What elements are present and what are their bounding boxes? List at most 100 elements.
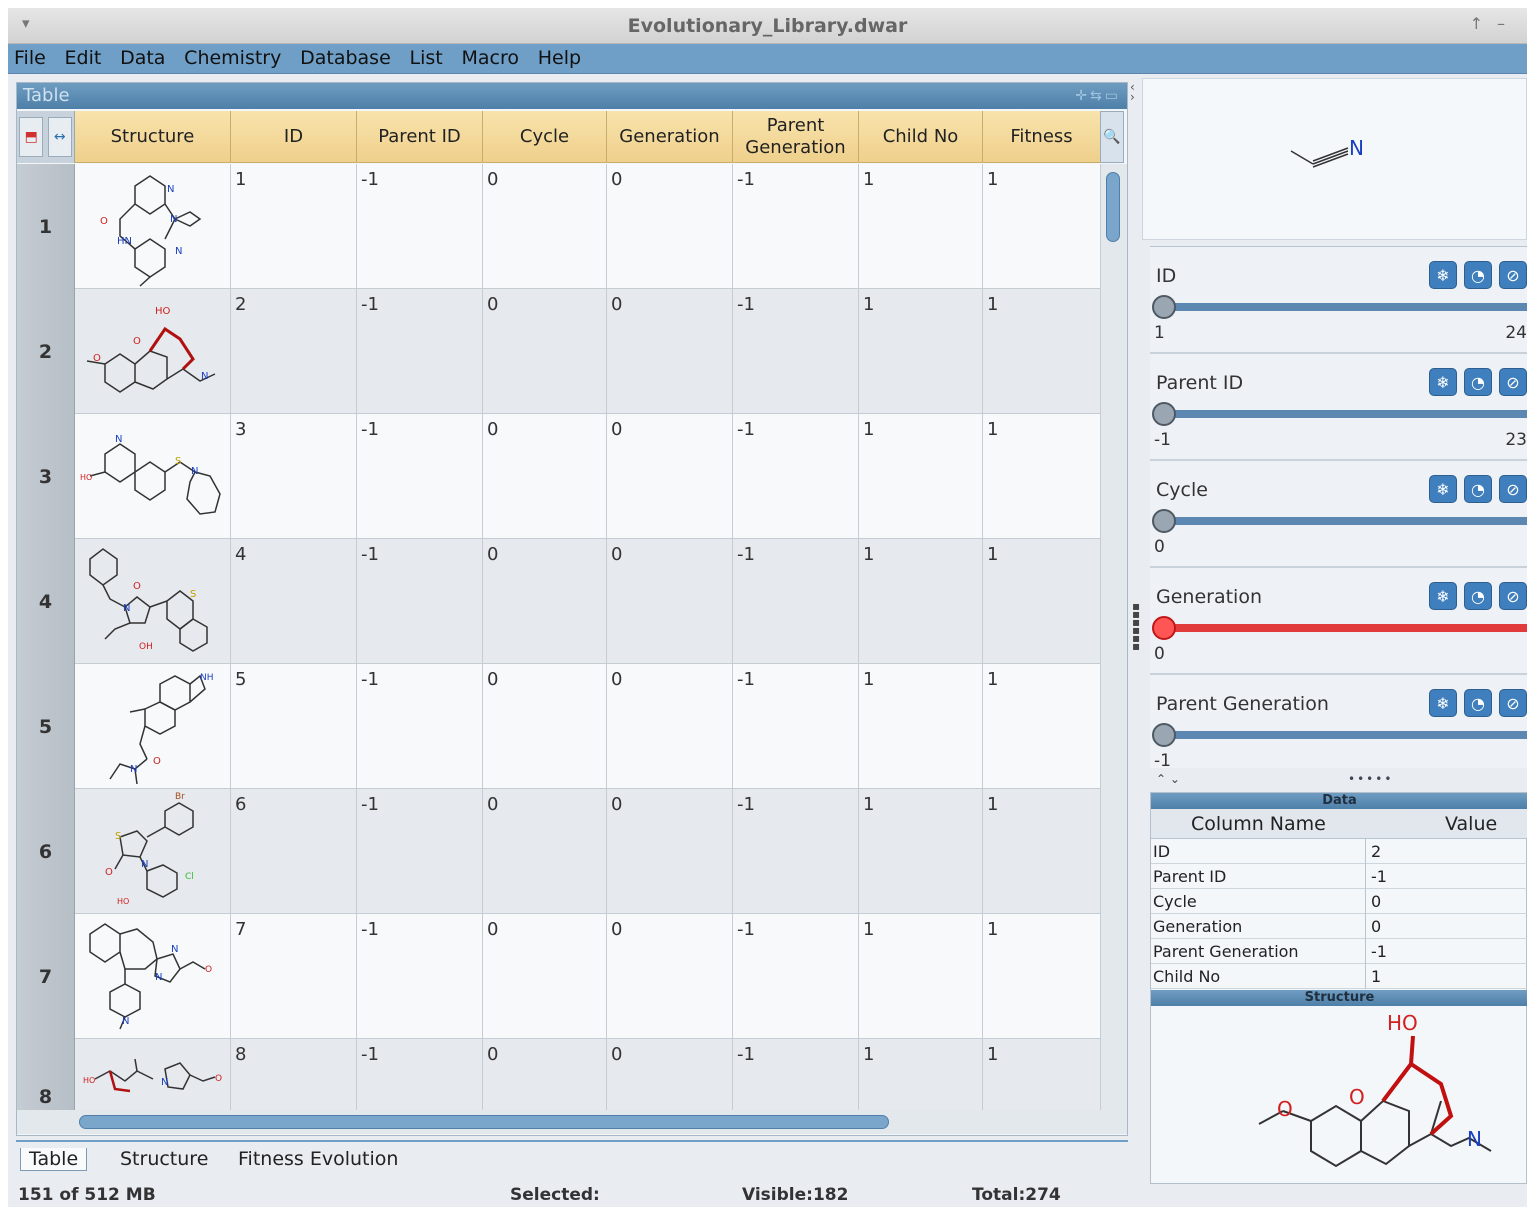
atom-label: N <box>1467 1127 1482 1151</box>
range-slider-track[interactable] <box>1160 410 1527 418</box>
column-header-parent-generation[interactable]: Parent Generation <box>733 111 859 163</box>
cell-id: 8 <box>231 1039 357 1110</box>
vertical-scrollbar[interactable] <box>1101 164 1127 1110</box>
resize-columns-icon[interactable]: ↔ <box>47 117 72 157</box>
cell-parent-id: -1 <box>357 664 483 789</box>
svg-text:O: O <box>133 581 141 592</box>
cell-id: 2 <box>231 289 357 414</box>
column-header-child-no[interactable]: Child No <box>859 111 983 163</box>
filter-panel: ID ❄ ◔ ⊘ 1 24 Parent ID ❄ ◔ ⊘ -1 23 Cycl… <box>1150 246 1527 768</box>
menu-file[interactable]: File <box>14 47 46 69</box>
column-header-cycle[interactable]: Cycle <box>483 111 607 163</box>
detail-molecule-drawing: HO O O N <box>1258 1011 1492 1168</box>
horizontal-scroll-thumb[interactable] <box>79 1115 889 1129</box>
molecule-drawing: Br S N O HO Cl <box>105 792 194 906</box>
animate-icon[interactable]: ◔ <box>1464 582 1492 610</box>
query-atom-label: N <box>1349 136 1364 160</box>
selected-count: Selected: <box>510 1185 600 1205</box>
filter-label: ID <box>1156 265 1177 287</box>
table-row[interactable]: 1 N N N O HN 1 -1 0 0 -1 1 1 <box>17 164 1101 289</box>
column-header-structure[interactable]: Structure <box>75 111 231 163</box>
menu-edit[interactable]: Edit <box>65 47 102 69</box>
svg-text:NH: NH <box>200 673 214 683</box>
svg-text:S: S <box>175 456 181 467</box>
filter-controls: ❄ ◔ ⊘ <box>1429 368 1527 396</box>
export-icon[interactable]: ⬒ <box>19 117 44 157</box>
drag-handle-icon[interactable]: ••••• <box>1348 772 1393 786</box>
range-slider-handle[interactable] <box>1152 295 1176 319</box>
panel-divider[interactable]: ‹ › ▪ ▪ ▪ ▪ ▪ ▪ <box>1130 81 1142 1182</box>
molecule-drawing: N O OH S <box>89 548 208 652</box>
disable-icon[interactable]: ⊘ <box>1499 368 1527 396</box>
cell-fitness: 1 <box>983 539 1101 664</box>
range-slider-handle[interactable] <box>1152 402 1176 426</box>
animate-icon[interactable]: ◔ <box>1464 261 1492 289</box>
panel-control-icons[interactable]: ✛⇆▭ <box>1075 83 1121 109</box>
table-row[interactable]: 5 NH N O 5 -1 0 0 -1 1 1 <box>17 664 1101 789</box>
range-slider-handle[interactable] <box>1152 723 1176 747</box>
vertical-scroll-thumb[interactable] <box>1106 172 1120 242</box>
visible-count: Visible:182 <box>742 1185 849 1205</box>
snowflake-icon[interactable]: ❄ <box>1429 475 1457 503</box>
table-row[interactable]: 6 Br S N O HO Cl 6 -1 0 0 -1 1 1 <box>17 789 1101 914</box>
table-row[interactable]: 3 S N N HO 3 -1 0 0 -1 1 1 <box>17 414 1101 539</box>
cell-child-no: 1 <box>859 1039 983 1110</box>
window-controls[interactable]: ↑– <box>1470 14 1519 33</box>
tab-table[interactable]: Table <box>20 1148 88 1171</box>
animate-icon[interactable]: ◔ <box>1464 689 1492 717</box>
snowflake-icon[interactable]: ❄ <box>1429 582 1457 610</box>
table-row[interactable]: 2 HO O O N 2 -1 0 0 -1 1 1 <box>17 289 1101 414</box>
tab-fitness-evolution[interactable]: Fitness Evolution <box>238 1148 398 1170</box>
snowflake-icon[interactable]: ❄ <box>1429 689 1457 717</box>
horizontal-scrollbar[interactable] <box>17 1110 1127 1134</box>
table-row[interactable]: 4 N O OH S 4 -1 0 0 -1 1 1 <box>17 539 1101 664</box>
cell-id: 5 <box>231 664 357 789</box>
menu-database[interactable]: Database <box>300 47 391 69</box>
query-structure-view[interactable]: N <box>1142 78 1527 240</box>
animate-icon[interactable]: ◔ <box>1464 475 1492 503</box>
cell-child-no: 1 <box>859 914 983 1039</box>
range-max-value: 24 <box>1505 323 1527 343</box>
menu-chemistry[interactable]: Chemistry <box>184 47 281 69</box>
cell-parent-generation: -1 <box>733 914 859 1039</box>
detail-row: ID 2 <box>1151 839 1527 864</box>
menu-list[interactable]: List <box>410 47 443 69</box>
snowflake-icon[interactable]: ❄ <box>1429 261 1457 289</box>
range-slider-handle[interactable] <box>1152 509 1176 533</box>
svg-text:O: O <box>153 756 161 767</box>
tab-structure[interactable]: Structure <box>120 1148 208 1170</box>
range-slider-handle[interactable] <box>1152 616 1176 640</box>
cell-generation: 0 <box>607 289 733 414</box>
table-row[interactable]: 7 O N N N 7 -1 0 0 -1 1 1 <box>17 914 1101 1039</box>
value-header: Value <box>1445 813 1498 835</box>
structure-cell: N N N O HN <box>75 164 231 289</box>
detail-name: ID <box>1153 842 1171 861</box>
range-slider-track[interactable] <box>1160 731 1527 739</box>
range-slider-track[interactable] <box>1160 303 1527 311</box>
column-header-fitness[interactable]: Fitness <box>983 111 1101 163</box>
svg-text:Cl: Cl <box>185 872 194 882</box>
menu-help[interactable]: Help <box>538 47 581 69</box>
range-slider-track[interactable] <box>1160 517 1527 525</box>
snowflake-icon[interactable]: ❄ <box>1429 368 1457 396</box>
column-header-parent-id[interactable]: Parent ID <box>357 111 483 163</box>
disable-icon[interactable]: ⊘ <box>1499 689 1527 717</box>
range-max-value: 23 <box>1505 430 1527 450</box>
disable-icon[interactable]: ⊘ <box>1499 475 1527 503</box>
collapse-arrows-icon[interactable]: ‹ › <box>1130 81 1135 103</box>
range-slider-track[interactable] <box>1160 624 1527 632</box>
menu-macro[interactable]: Macro <box>461 47 519 69</box>
column-header-generation[interactable]: Generation <box>607 111 733 163</box>
splitter[interactable]: ⌃ ⌄ ••••• <box>1150 772 1527 788</box>
menu-data[interactable]: Data <box>120 47 165 69</box>
animate-icon[interactable]: ◔ <box>1464 368 1492 396</box>
collapse-arrows-icon[interactable]: ⌃ ⌄ <box>1156 772 1180 786</box>
atom-label: O <box>1277 1097 1293 1121</box>
search-icon[interactable]: 🔍 <box>1100 111 1124 163</box>
disable-icon[interactable]: ⊘ <box>1499 582 1527 610</box>
drag-handle-icon[interactable]: ▪ ▪ ▪ ▪ ▪ ▪ <box>1132 600 1140 652</box>
disable-icon[interactable]: ⊘ <box>1499 261 1527 289</box>
svg-text:N: N <box>167 184 174 195</box>
column-header-id[interactable]: ID <box>231 111 357 163</box>
table-row[interactable]: 8 HO N O 8 -1 0 0 -1 1 1 <box>17 1039 1101 1110</box>
